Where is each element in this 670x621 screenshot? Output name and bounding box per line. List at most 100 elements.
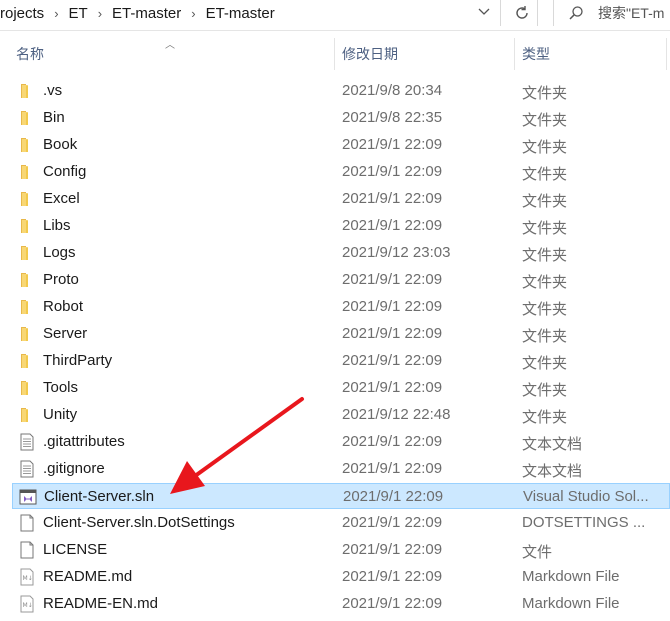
file-row[interactable]: M↓ README-EN.md 2021/9/1 22:09 Markdown Fil… <box>12 591 670 617</box>
visual-studio-solution-icon <box>19 488 37 506</box>
file-date: 2021/9/1 22:09 <box>342 514 443 531</box>
file-date: 2021/9/1 22:09 <box>342 568 443 585</box>
file-row[interactable]: Tools 2021/9/1 22:09 文件夹 <box>12 375 670 401</box>
file-date: 2021/9/1 22:09 <box>342 460 443 477</box>
file-type: 文件夹 <box>522 85 568 102</box>
blank-file-icon <box>18 514 36 532</box>
file-type: 文件夹 <box>522 409 568 426</box>
file-name: Server <box>43 325 88 342</box>
file-date: 2021/9/1 22:09 <box>343 488 444 505</box>
file-row[interactable]: Libs 2021/9/1 22:09 文件夹 <box>12 213 670 239</box>
breadcrumb-chevron-icon[interactable]: › <box>191 6 195 21</box>
file-date: 2021/9/12 22:48 <box>342 406 451 423</box>
breadcrumb-item[interactable]: ET <box>69 5 88 22</box>
markdown-file-icon: M↓ <box>18 568 36 586</box>
folder-icon <box>18 244 36 262</box>
file-type: 文件夹 <box>522 247 568 264</box>
search-input[interactable]: 搜索"ET-m <box>598 3 664 23</box>
file-row[interactable]: Client-Server.sln 2021/9/1 22:09 Visual St… <box>12 483 670 509</box>
file-type: 文件夹 <box>522 220 568 237</box>
file-row[interactable]: Robot 2021/9/1 22:09 文件夹 <box>12 294 670 320</box>
folder-icon <box>18 271 36 289</box>
breadcrumb-item[interactable]: rojects <box>0 5 44 22</box>
folder-icon <box>18 406 36 424</box>
file-type: 文件夹 <box>522 328 568 345</box>
folder-icon <box>18 163 36 181</box>
breadcrumb-chevron-icon[interactable]: › <box>54 6 58 21</box>
file-date: 2021/9/1 22:09 <box>342 163 443 180</box>
file-date: 2021/9/1 22:09 <box>342 595 443 612</box>
file-row[interactable]: Book 2021/9/1 22:09 文件夹 <box>12 132 670 158</box>
file-row[interactable]: Proto 2021/9/1 22:09 文件夹 <box>12 267 670 293</box>
file-row[interactable]: LICENSE 2021/9/1 22:09 文件 <box>12 537 670 563</box>
folder-icon <box>18 109 36 127</box>
file-name: Robot <box>43 298 84 315</box>
file-row[interactable]: Unity 2021/9/12 22:48 文件夹 <box>12 402 670 428</box>
address-bar: rojects › ET › ET-master › ET-master 搜索"… <box>0 0 670 31</box>
breadcrumb-chevron-icon[interactable]: › <box>98 6 102 21</box>
file-name: README.md <box>43 568 133 585</box>
folder-icon <box>18 217 36 235</box>
file-type: 文件夹 <box>522 355 568 372</box>
file-type: 文件夹 <box>522 382 568 399</box>
file-date: 2021/9/1 22:09 <box>342 136 443 153</box>
file-type: DOTSETTINGS ... <box>522 514 646 531</box>
file-name: Bin <box>43 109 65 126</box>
column-header-name[interactable]: 名称 <box>16 36 44 72</box>
file-row[interactable]: .gitattributes 2021/9/1 22:09 文本文档 <box>12 429 670 455</box>
file-date: 2021/9/1 22:09 <box>342 217 443 234</box>
file-date: 2021/9/1 22:09 <box>342 541 443 558</box>
folder-icon <box>18 298 36 316</box>
search-box[interactable]: 搜索"ET-m <box>553 0 670 26</box>
file-row[interactable]: M↓ README.md 2021/9/1 22:09 Markdown File <box>12 564 670 590</box>
breadcrumb-item[interactable]: ET-master <box>112 5 181 22</box>
file-name: Excel <box>43 190 80 207</box>
file-date: 2021/9/1 22:09 <box>342 433 443 450</box>
file-type: 文本文档 <box>522 436 583 453</box>
text-document-icon <box>18 460 36 478</box>
file-name: Unity <box>43 406 78 423</box>
file-row[interactable]: Bin 2021/9/8 22:35 文件夹 <box>12 105 670 131</box>
blank-file-icon <box>18 541 36 559</box>
file-type: Markdown File <box>522 595 620 612</box>
file-row[interactable]: Logs 2021/9/12 23:03 文件夹 <box>12 240 670 266</box>
file-date: 2021/9/1 22:09 <box>342 352 443 369</box>
file-name: Proto <box>43 271 79 288</box>
file-type: Markdown File <box>522 568 620 585</box>
file-date: 2021/9/1 22:09 <box>342 298 443 315</box>
file-name: Client-Server.sln.DotSettings <box>43 514 235 531</box>
folder-icon <box>18 136 36 154</box>
file-row[interactable]: Excel 2021/9/1 22:09 文件夹 <box>12 186 670 212</box>
file-name: .vs <box>43 82 63 99</box>
file-name: README-EN.md <box>43 595 159 612</box>
file-name: Book <box>43 136 78 153</box>
folder-icon <box>18 82 36 100</box>
file-row[interactable]: Server 2021/9/1 22:09 文件夹 <box>12 321 670 347</box>
file-name: .gitignore <box>43 460 105 477</box>
column-header: ︿ 名称 修改日期 类型 <box>0 36 670 72</box>
file-row[interactable]: ThirdParty 2021/9/1 22:09 文件夹 <box>12 348 670 374</box>
column-divider[interactable] <box>334 38 335 70</box>
address-history-dropdown-icon[interactable] <box>474 3 494 21</box>
file-type: 文件夹 <box>522 301 568 318</box>
breadcrumb-item[interactable]: ET-master <box>206 5 275 22</box>
file-row[interactable]: .gitignore 2021/9/1 22:09 文本文档 <box>12 456 670 482</box>
column-header-type[interactable]: 类型 <box>522 36 550 72</box>
file-type: 文件 <box>522 544 553 561</box>
file-name: LICENSE <box>43 541 108 558</box>
file-date: 2021/9/1 22:09 <box>342 271 443 288</box>
file-name: Client-Server.sln <box>44 488 155 505</box>
file-name: Config <box>43 163 87 180</box>
column-divider[interactable] <box>666 38 667 70</box>
file-type: Visual Studio Sol... <box>523 488 649 505</box>
file-row[interactable]: .vs 2021/9/8 20:34 文件夹 <box>12 78 670 104</box>
file-row[interactable]: Client-Server.sln.DotSettings 2021/9/1 22… <box>12 510 670 536</box>
column-header-date[interactable]: 修改日期 <box>342 36 398 72</box>
breadcrumb[interactable]: rojects › ET › ET-master › ET-master <box>0 0 501 26</box>
file-date: 2021/9/8 20:34 <box>342 82 443 99</box>
file-name: .gitattributes <box>43 433 125 450</box>
file-row[interactable]: Config 2021/9/1 22:09 文件夹 <box>12 159 670 185</box>
file-name: ThirdParty <box>43 352 113 369</box>
refresh-icon[interactable] <box>507 0 538 26</box>
column-divider[interactable] <box>514 38 515 70</box>
